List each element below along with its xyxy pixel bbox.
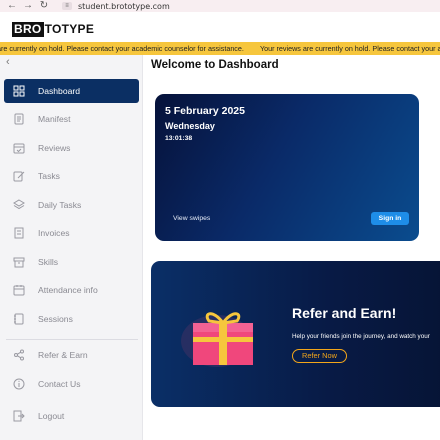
back-arrow-icon[interactable]: ← — [4, 0, 20, 12]
calendar-icon — [13, 284, 25, 296]
brototype-logo[interactable]: BRO TOTYPE — [12, 22, 94, 37]
current-time: 13:01:38 — [165, 135, 193, 142]
reload-icon[interactable]: ↻ — [36, 0, 52, 12]
logo-part-totype: TOTYPE — [44, 22, 95, 36]
calendar-check-icon — [13, 142, 25, 154]
dashboard-icon — [13, 85, 25, 97]
notice-text-right: Your reviews are currently on hold. Plea… — [260, 44, 440, 53]
sidebar-item-dashboard[interactable]: Dashboard — [4, 79, 139, 103]
page-title: Welcome to Dashboard — [151, 59, 279, 71]
sidebar-item-manifest[interactable]: Manifest — [4, 107, 139, 131]
sidebar-item-tasks[interactable]: Tasks — [4, 164, 139, 188]
forward-arrow-icon[interactable]: → — [20, 0, 36, 12]
notice-text-left: are currently on hold. Please contact yo… — [0, 44, 244, 53]
sidebar-item-label: Manifest — [38, 114, 71, 124]
refer-subtitle: Help your friends join the journey, and … — [292, 333, 430, 340]
sidebar-item-contact-us[interactable]: Contact Us — [4, 372, 139, 396]
sidebar-item-daily-tasks[interactable]: Daily Tasks — [4, 193, 139, 217]
gift-box-icon — [179, 297, 263, 374]
layers-icon — [13, 199, 25, 211]
browser-toolbar: ← → ↻ ≡ student.brototype.com — [0, 0, 440, 12]
sidebar: ‹ Dashboard Manifest Reviews Tasks Daily… — [0, 55, 143, 440]
site-settings-icon[interactable]: ≡ — [62, 2, 72, 10]
sidebar-item-label: Attendance info — [38, 285, 98, 295]
info-icon — [13, 378, 25, 390]
logo-part-bro: BRO — [12, 22, 44, 37]
archive-icon — [13, 256, 25, 268]
sign-in-button[interactable]: Sign in — [371, 212, 409, 225]
sidebar-item-invoices[interactable]: Invoices — [4, 221, 139, 245]
sidebar-item-sessions[interactable]: Sessions — [4, 307, 139, 331]
address-bar[interactable]: ≡ student.brototype.com — [62, 0, 170, 12]
url-text[interactable]: student.brototype.com — [78, 2, 170, 11]
sidebar-item-label: Reviews — [38, 143, 71, 153]
refer-earn-card: Refer and Earn! Help your friends join t… — [151, 261, 440, 407]
sidebar-item-refer-earn[interactable]: Refer & Earn — [4, 343, 139, 367]
current-day: Wednesday — [165, 121, 215, 131]
current-date: 5 February 2025 — [165, 105, 245, 117]
logout-icon — [13, 410, 25, 422]
sidebar-item-label: Tasks — [38, 171, 60, 181]
share-icon — [13, 349, 25, 361]
sidebar-item-label: Refer & Earn — [38, 350, 88, 360]
sidebar-item-label: Skills — [38, 257, 59, 267]
edit-icon — [13, 170, 25, 182]
sidebar-item-reviews[interactable]: Reviews — [4, 136, 139, 160]
sidebar-item-label: Sessions — [38, 314, 73, 324]
sidebar-item-skills[interactable]: Skills — [4, 250, 139, 274]
notebook-icon — [13, 313, 25, 325]
sidebar-item-label: Contact Us — [38, 379, 81, 389]
invoice-icon — [13, 227, 25, 239]
date-time-card: 5 February 2025 Wednesday 13:01:38 View … — [155, 94, 419, 241]
document-icon — [13, 113, 25, 125]
collapse-sidebar-icon[interactable]: ‹ — [6, 56, 10, 68]
sidebar-item-label: Daily Tasks — [38, 200, 82, 210]
main-content: Welcome to Dashboard 5 February 2025 Wed… — [143, 55, 440, 440]
refer-title: Refer and Earn! — [292, 305, 397, 321]
sidebar-item-label: Logout — [38, 411, 65, 421]
sidebar-item-label: Dashboard — [38, 86, 81, 96]
refer-now-button[interactable]: Refer Now — [292, 349, 347, 363]
sidebar-divider — [6, 339, 138, 340]
app-header: BRO TOTYPE — [0, 12, 440, 42]
sidebar-item-attendance-info[interactable]: Attendance info — [4, 278, 139, 302]
sidebar-item-logout[interactable]: Logout — [4, 404, 139, 428]
view-swipes-link[interactable]: View swipes — [173, 215, 210, 222]
sidebar-item-label: Invoices — [38, 228, 70, 238]
notice-banner: are currently on hold. Please contact yo… — [0, 42, 440, 55]
